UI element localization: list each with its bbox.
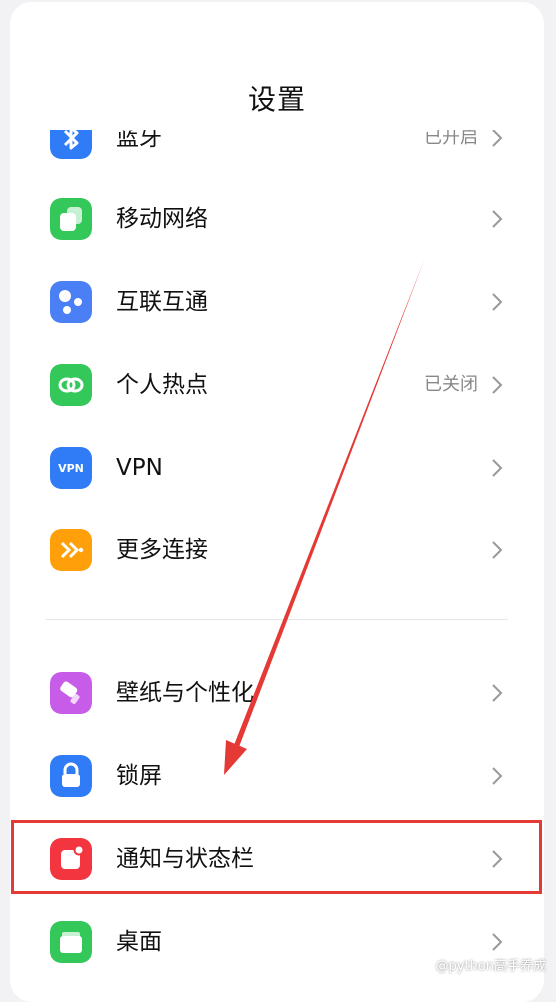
settings-item-label: 锁屏 [116,763,162,789]
hotspot-icon [50,364,92,406]
wallpaper-icon [50,672,92,714]
settings-item-label: 个人热点 [116,372,208,398]
settings-item-label: 壁纸与个性化 [116,680,254,706]
settings-item-label: 桌面 [116,929,162,955]
more-connections-icon [50,529,92,571]
mobile-network-icon [50,198,92,240]
chevron-right-icon [490,849,504,869]
chevron-right-icon [490,766,504,786]
svg-text:VPN: VPN [58,462,84,475]
interconnect-icon [50,281,92,323]
settings-list: 蓝牙 已开启 设置 移动网络 互联互通 个人热点 已关闭 VPN VPN 更多连… [10,2,544,1002]
settings-item-mobile-network[interactable]: 移动网络 [10,178,544,260]
chevron-right-icon [490,932,504,952]
chevron-right-icon [490,458,504,478]
chevron-right-icon [490,540,504,560]
header: 设置 [10,2,544,130]
settings-item-notifications[interactable]: 通知与状态栏 [10,818,544,900]
chevron-right-icon [490,128,504,148]
settings-item-lock-screen[interactable]: 锁屏 [10,735,544,817]
chevron-right-icon [490,375,504,395]
chevron-right-icon [490,209,504,229]
settings-item-label: 移动网络 [116,206,208,232]
notification-icon [50,838,92,880]
settings-item-label: 通知与状态栏 [116,846,254,872]
settings-item-interconnect[interactable]: 互联互通 [10,261,544,343]
settings-item-label: 更多连接 [116,537,208,563]
settings-item-value: 已关闭 [424,374,478,395]
settings-item-label: VPN [116,455,163,481]
vpn-icon: VPN [50,447,92,489]
watermark: @python高手养成 [435,959,546,974]
settings-item-label: 互联互通 [116,289,208,315]
page-title: 设置 [247,83,306,116]
lock-icon [50,755,92,797]
settings-item-vpn[interactable]: VPN VPN [10,427,544,509]
settings-item-hotspot[interactable]: 个人热点 已关闭 [10,344,544,426]
settings-panel: 蓝牙 已开启 设置 移动网络 互联互通 个人热点 已关闭 VPN VPN 更多连… [10,2,544,1002]
section-divider [46,619,508,620]
desktop-icon [50,921,92,963]
chevron-right-icon [490,292,504,312]
settings-item-wallpaper[interactable]: 壁纸与个性化 [10,652,544,734]
chevron-right-icon [490,683,504,703]
settings-item-more-connections[interactable]: 更多连接 [10,509,544,591]
